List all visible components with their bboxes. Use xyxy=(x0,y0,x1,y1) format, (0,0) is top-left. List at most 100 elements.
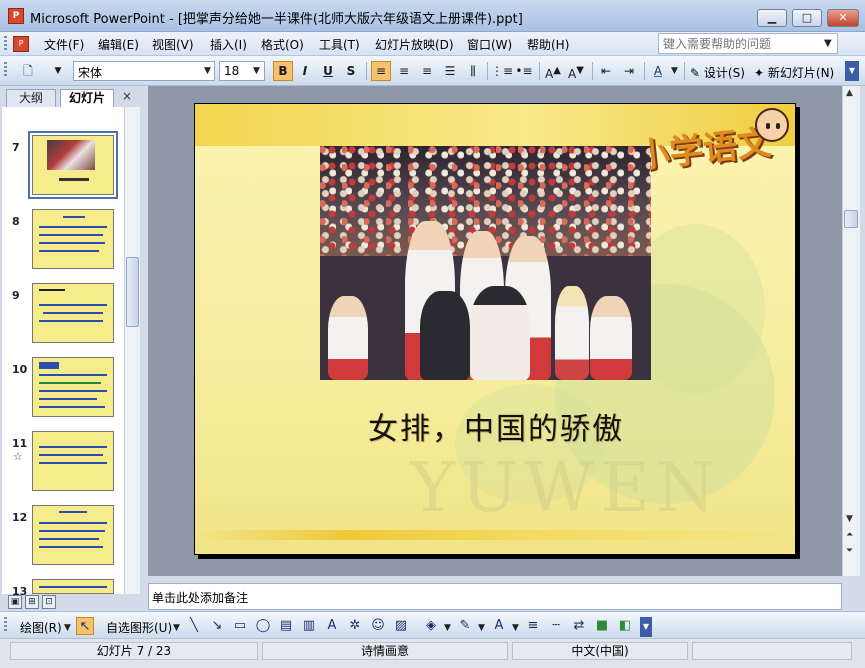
fill-color-dropdown-icon[interactable]: ▼ xyxy=(444,623,451,633)
volleyball-team-photo[interactable] xyxy=(320,146,651,380)
rectangle-icon[interactable]: ▭ xyxy=(231,617,249,635)
menu-format[interactable]: 格式(O) xyxy=(261,36,304,53)
text-direction-icon[interactable]: ⫼ xyxy=(463,61,483,81)
slide-caption[interactable]: 女排，中国的骄傲 xyxy=(195,404,795,448)
italic-button[interactable]: I xyxy=(295,61,315,81)
shadow-style-icon[interactable]: ■ xyxy=(593,617,611,635)
line-icon[interactable]: ╲ xyxy=(185,617,203,635)
dash-style-icon[interactable]: ┄ xyxy=(547,617,565,635)
slide-thumbnail-9[interactable] xyxy=(32,283,114,343)
slide-thumbnail-8[interactable] xyxy=(32,209,114,269)
powerpoint-app-icon[interactable]: P xyxy=(8,8,24,24)
menu-window[interactable]: 窗口(W) xyxy=(467,36,512,53)
3d-style-icon[interactable]: ◧ xyxy=(616,617,634,635)
draw-menu-button[interactable]: 绘图(R) xyxy=(20,619,62,636)
slide-thumbnail-12[interactable] xyxy=(32,505,114,565)
next-slide-icon[interactable]: ⏷ xyxy=(846,546,853,556)
new-slide-button[interactable]: ✦ 新幻灯片(N) xyxy=(754,64,834,81)
increase-font-icon[interactable]: A▲ xyxy=(543,61,563,81)
new-document-icon[interactable]: 🗋 xyxy=(18,61,38,81)
status-language[interactable]: 中文(中国) xyxy=(512,642,688,660)
arrow-icon[interactable]: ↘ xyxy=(208,617,226,635)
menu-tools[interactable]: 工具(T) xyxy=(319,36,360,53)
decrease-indent-icon[interactable]: ⇤ xyxy=(596,61,616,81)
toolbar-grip[interactable] xyxy=(4,617,7,633)
help-dropdown-icon[interactable]: ▼ xyxy=(824,38,832,49)
arrow-style-icon[interactable]: ⇄ xyxy=(570,617,588,635)
fill-color-icon[interactable]: ◈ xyxy=(422,617,440,635)
draw-font-color-dropdown-icon[interactable]: ▼ xyxy=(512,623,519,633)
maximize-button[interactable]: □ xyxy=(792,9,822,27)
distribute-icon[interactable]: ☰ xyxy=(440,61,460,81)
font-name-field[interactable]: 宋体 xyxy=(73,61,215,81)
font-size-dropdown-icon[interactable]: ▼ xyxy=(253,66,260,76)
underline-button[interactable]: U xyxy=(318,61,338,81)
picture-icon[interactable]: ▨ xyxy=(392,617,410,635)
tab-slides[interactable]: 幻灯片 xyxy=(60,89,114,107)
draw-dropdown-icon[interactable]: ▼ xyxy=(64,623,71,633)
diagram-icon[interactable]: ✲ xyxy=(346,617,364,635)
tab-outline[interactable]: 大纲 xyxy=(6,89,56,107)
shadow-button[interactable]: S xyxy=(341,61,361,81)
autoshapes-dropdown-icon[interactable]: ▼ xyxy=(173,623,180,633)
bulleted-list-icon[interactable]: •≡ xyxy=(514,61,534,81)
menu-insert[interactable]: 插入(I) xyxy=(210,36,247,53)
toolbar-overflow-icon[interactable]: ▼ xyxy=(845,61,859,81)
toolbar-grip[interactable] xyxy=(4,62,7,78)
help-search-input[interactable] xyxy=(658,33,838,54)
toolbar-options-icon[interactable]: ▼ xyxy=(52,61,64,81)
menu-view[interactable]: 视图(V) xyxy=(152,36,194,53)
font-color-dropdown-icon[interactable]: ▼ xyxy=(671,66,678,76)
slide-thumbnail-13[interactable] xyxy=(32,579,114,594)
font-color-icon[interactable]: A xyxy=(648,61,668,81)
scroll-down-icon[interactable]: ▼ xyxy=(846,514,853,524)
slide-scrollbar[interactable]: ▲ ▼ ⏶ ⏷ xyxy=(842,86,860,576)
scrollbar-thumb[interactable] xyxy=(126,257,139,327)
previous-slide-icon[interactable]: ⏶ xyxy=(846,530,853,540)
slide-thumbnail-7[interactable] xyxy=(28,131,118,199)
menu-file[interactable]: 文件(F) xyxy=(44,36,84,53)
decrease-font-icon[interactable]: A▼ xyxy=(566,61,586,81)
select-objects-icon[interactable]: ↖ xyxy=(76,617,94,635)
thumbnail-caption xyxy=(59,178,89,181)
line-color-dropdown-icon[interactable]: ▼ xyxy=(478,623,485,633)
align-center-icon[interactable]: ≡ xyxy=(394,61,414,81)
autoshapes-menu-button[interactable]: 自选图形(U) xyxy=(106,619,172,636)
slide-sorter-view-icon[interactable]: ⊞ xyxy=(25,595,39,609)
increase-indent-icon[interactable]: ⇥ xyxy=(619,61,639,81)
document-icon[interactable]: P xyxy=(13,36,29,52)
normal-view-icon[interactable]: ▣ xyxy=(8,595,22,609)
status-design-name[interactable]: 诗情画意 xyxy=(262,642,508,660)
line-style-icon[interactable]: ≡ xyxy=(524,617,542,635)
slide-thumbnail-11[interactable] xyxy=(32,431,114,491)
thumbnail-line xyxy=(39,462,107,464)
scroll-up-icon[interactable]: ▲ xyxy=(846,88,853,98)
slide-thumbnail-10[interactable] xyxy=(32,357,114,417)
font-name-dropdown-icon[interactable]: ▼ xyxy=(204,66,211,76)
menu-grip[interactable] xyxy=(4,36,7,52)
pane-close-icon[interactable]: × xyxy=(122,89,132,103)
clipart-icon[interactable]: ☺ xyxy=(369,617,387,635)
vertical-textbox-icon[interactable]: ▥ xyxy=(300,617,318,635)
wordart-icon[interactable]: A xyxy=(323,617,341,635)
scrollbar-thumb[interactable] xyxy=(844,210,858,228)
notes-pane[interactable]: 单击此处添加备注 xyxy=(148,583,842,610)
textbox-icon[interactable]: ▤ xyxy=(277,617,295,635)
align-left-icon[interactable]: ≡ xyxy=(371,61,391,81)
design-button[interactable]: ✎ 设计(S) xyxy=(690,64,745,81)
minimize-button[interactable]: ▁ xyxy=(757,9,787,27)
slideshow-view-icon[interactable]: ⊡ xyxy=(42,595,56,609)
draw-font-color-icon[interactable]: A xyxy=(490,617,508,635)
line-color-icon[interactable]: ✎ xyxy=(456,617,474,635)
bold-button[interactable]: B xyxy=(273,61,293,81)
close-button[interactable]: ✕ xyxy=(827,9,859,27)
oval-icon[interactable]: ◯ xyxy=(254,617,272,635)
drawbar-overflow-icon[interactable]: ▼ xyxy=(640,617,652,637)
align-right-icon[interactable]: ≡ xyxy=(417,61,437,81)
menu-help[interactable]: 帮助(H) xyxy=(527,36,569,53)
slides-pane-scrollbar[interactable] xyxy=(124,107,140,594)
menu-slideshow[interactable]: 幻灯片放映(D) xyxy=(375,36,454,53)
menu-edit[interactable]: 编辑(E) xyxy=(98,36,139,53)
numbered-list-icon[interactable]: ⋮≡ xyxy=(491,61,513,81)
current-slide[interactable]: YUWEN 小学语文 女排，中国的骄傲 xyxy=(194,103,796,555)
